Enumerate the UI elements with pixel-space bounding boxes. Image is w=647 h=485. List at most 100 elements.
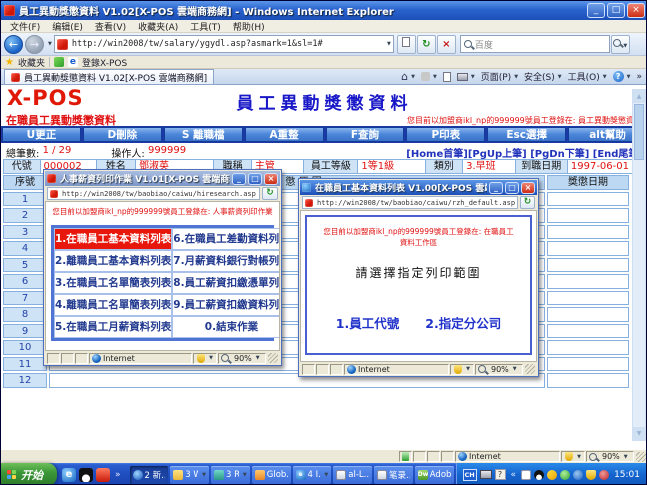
table-row-seq[interactable]: 1 [3,192,47,207]
menu-edit[interactable]: 编辑(E) [47,20,88,33]
table-row-seq[interactable]: 3 [3,225,47,240]
page-scrollbar[interactable]: ▲ ▼ [632,89,646,441]
qq-tray-icon[interactable] [534,470,544,480]
search-options-button[interactable]: ▼ [611,35,630,54]
resize-grip[interactable] [268,353,278,363]
table-row-seq[interactable]: 11 [3,357,47,372]
search-input[interactable]: 百度 [460,35,610,53]
page-menu-button[interactable]: 页面(P)▼ [481,70,518,83]
messenger-tray-icon[interactable] [573,470,583,480]
tab-active[interactable]: 員工異動獎懲資料 V1.02[X-POS 雲端商務網] [4,69,214,84]
update-button[interactable]: U更正 [2,127,81,142]
task-button-folder[interactable]: 3 W...▼ [170,466,209,484]
resize-grip[interactable] [525,364,535,374]
read-mail-button[interactable] [443,72,451,82]
field-value-hiredate[interactable]: 1997-06-01 [568,159,633,174]
protected-mode-cell[interactable]: ▼ [450,364,474,375]
esc-select-button[interactable]: Esc選擇 [487,127,566,142]
menu-item-active-roster-list[interactable]: 3.在職員工名單簡表列表 [54,272,172,294]
popup2-address-input[interactable]: http://win2008/tw/baobiao/caiwu/rzh_defa… [302,196,518,209]
table-cell-date[interactable] [547,258,629,273]
table-cell-date[interactable] [547,208,629,223]
favorites-label[interactable]: 收藏夹 [18,56,45,69]
table-cell-date[interactable] [547,241,629,256]
safety-menu-button[interactable]: 安全(S)▼ [524,70,562,83]
table-row-seq[interactable]: 7 [3,291,47,306]
popup2-maximize-button[interactable]: □ [505,182,519,194]
address-dropdown-icon[interactable]: ▼ [387,41,391,47]
clock[interactable]: 15:01 [614,470,640,480]
maximize-button[interactable]: □ [607,3,625,18]
overflow-chevron[interactable]: » [636,72,642,82]
task-button-notepad2[interactable]: 笔录... [374,466,413,484]
menu-item-resigned-employee-list[interactable]: 2.離職員工基本資料列表 [54,250,172,272]
zoom-control[interactable]: 90%▼ [218,353,266,364]
menu-tools[interactable]: 工具(T) [185,20,226,33]
menu-view[interactable]: 查看(V) [90,20,131,33]
table-cell-date[interactable] [547,225,629,240]
resize-grip[interactable] [636,452,646,462]
scroll-up-icon[interactable]: ▲ [633,90,645,103]
menu-help[interactable]: 帮助(H) [228,20,270,33]
security-shield-tray-icon[interactable] [586,470,596,480]
popup2-refresh-button[interactable]: ↻ [520,196,535,209]
query-button[interactable]: F查詢 [326,127,405,142]
rebuild-button[interactable]: A重整 [245,127,324,142]
field-value-category[interactable]: 3.早班 [463,159,515,174]
table-cell-date[interactable] [547,274,629,289]
favorites-star-icon[interactable]: ★ [5,57,14,68]
table-row-seq[interactable]: 6 [3,274,47,289]
scrollbar-thumb[interactable] [634,104,644,160]
menu-item-bank-reconcile-list[interactable]: 7.月薪資料銀行對帳列表 [172,250,280,272]
menu-item-exit[interactable]: 0.結束作業 [172,316,280,338]
table-cell-date[interactable] [547,340,629,355]
task-button-notepad1[interactable]: al-L... [333,466,372,484]
address-input[interactable]: http://win2008/tw/salary/ygydl.asp?asmar… [54,35,394,53]
field-value-grade[interactable]: 1等1級 [358,159,425,174]
table-row-seq[interactable]: 8 [3,307,47,322]
zoom-control[interactable]: 90%▼ [475,364,523,375]
popup2-minimize-button[interactable]: _ [489,182,503,194]
forward-button[interactable]: → [25,35,44,54]
table-row-seq[interactable]: 9 [3,324,47,339]
stop-button[interactable]: × [437,35,456,54]
table-cell-date[interactable] [547,373,629,388]
menu-item-monthly-salary-list[interactable]: 5.在職員工月薪資料列表 [54,316,172,338]
update-tray-icon[interactable] [599,470,609,480]
menu-file[interactable]: 文件(F) [5,20,45,33]
tray-collapse-chevron[interactable]: « [509,470,519,480]
popup1-address-input[interactable]: http://win2008/tw/baobiao/caiwu/hiresear… [47,187,260,200]
task-button-new[interactable]: 2 新... [130,466,169,484]
antivirus-tray-icon[interactable] [560,470,570,480]
menu-item-attendance-list[interactable]: 6.在職員工差勤資料列表 [172,228,280,250]
task-button-adobe[interactable]: DwAdob... [415,466,454,484]
popup2-close-button[interactable]: × [521,182,535,194]
option-employee-code[interactable]: 1.員工代號 [336,313,399,332]
option-branch[interactable]: 2.指定分公司 [425,313,501,332]
input-language-indicator[interactable]: CH [463,469,477,481]
protected-mode-cell[interactable]: ▼ [561,451,585,462]
print-report-button[interactable]: P印表 [406,127,485,142]
tools-menu-button[interactable]: 工具(O)▼ [568,70,607,83]
help-button[interactable]: ?▼ [613,71,631,82]
table-cell-date[interactable] [547,291,629,306]
scroll-down-icon[interactable]: ▼ [633,427,645,440]
table-row-seq[interactable]: 10 [3,340,47,355]
quicklaunch-chevron[interactable]: » [113,470,123,480]
star-tray-icon[interactable] [547,470,557,480]
document-tray-icon[interactable] [521,470,531,480]
minimize-button[interactable]: _ [587,3,605,18]
delete-button[interactable]: D刪除 [83,127,162,142]
add-favorite-icon[interactable] [54,57,64,67]
popup1-minimize-button[interactable]: _ [232,173,246,185]
task-button-group[interactable]: 3 R...▼ [211,466,250,484]
resign-file-button[interactable]: S 離職檔 [164,127,243,142]
popup1-close-button[interactable]: × [264,173,278,185]
help-tray-icon[interactable]: ? [495,469,506,480]
print-button[interactable]: ▼ [457,73,475,81]
popup1-maximize-button[interactable]: □ [248,173,262,185]
favorites-link-xpos[interactable]: 登錄X-POS [82,56,127,69]
table-cell-date[interactable] [547,324,629,339]
compatibility-view-button[interactable] [397,35,416,54]
table-row-seq[interactable]: 12 [3,373,47,388]
